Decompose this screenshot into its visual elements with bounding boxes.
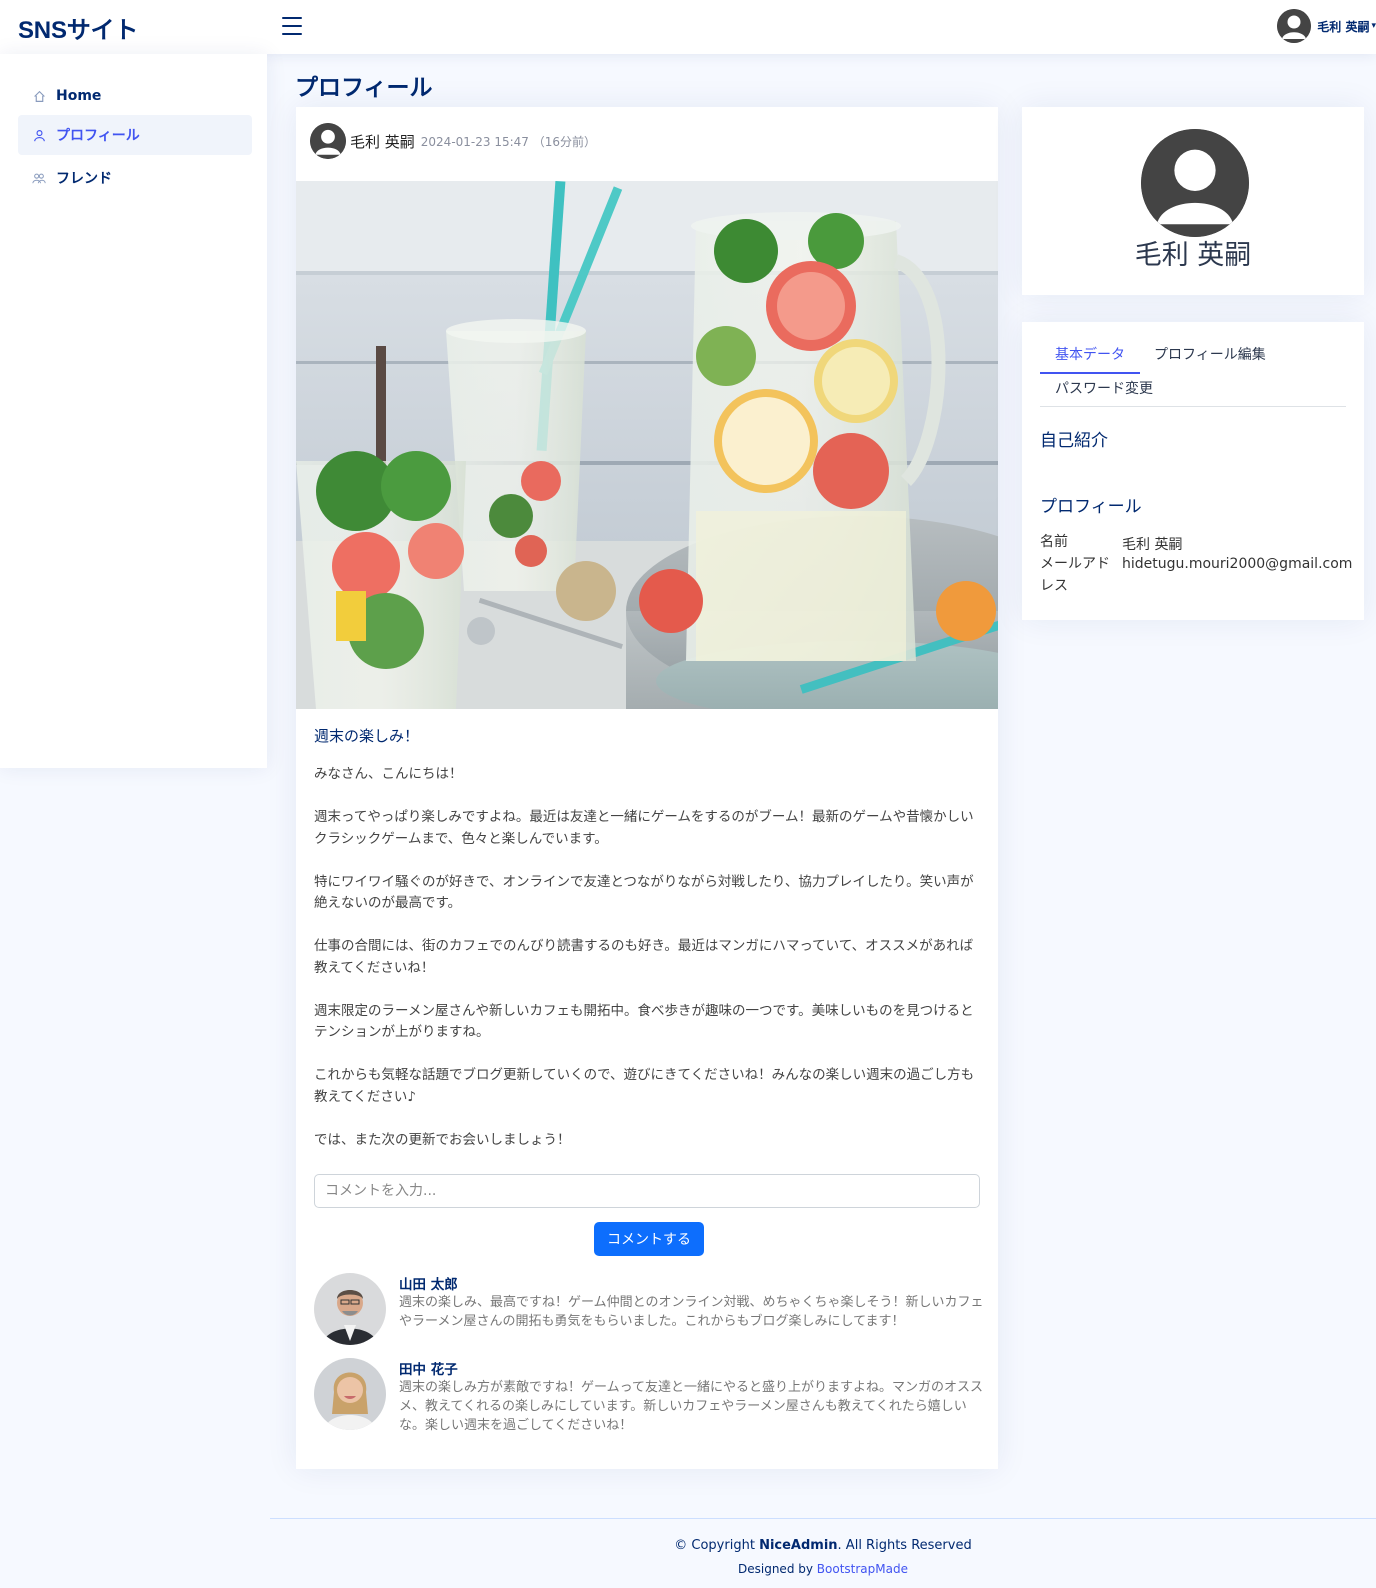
comment-text: 週末の楽しみ方が素敵ですね！ゲームって友達と一緒にやると盛り上がりますよね。マン… (399, 1380, 983, 1433)
name-label: 名前 (1040, 534, 1068, 550)
sidebar-item-friends[interactable]: フレンド (18, 158, 252, 198)
intro-heading: 自己紹介 (1040, 431, 1108, 451)
tab-change-password[interactable]: パスワード変更 (1055, 378, 1153, 398)
user-avatar (1277, 9, 1312, 43)
post-header: 毛利 英嗣 2024-01-23 15:47 （16分前） (310, 123, 596, 159)
post-image (296, 181, 998, 709)
tab-divider (1040, 406, 1346, 407)
post-paragraph: 特にワイワイ騒ぐのが好きで、オンラインで友達とつながりながら対戦したり、協力プレ… (314, 873, 974, 912)
user-name: 毛利 英嗣 (1317, 19, 1370, 34)
name-value: 毛利 英嗣 (1122, 537, 1183, 553)
comment-text: 週末の楽しみ、最高ですね！ゲーム仲間とのオンライン対戦、めちゃくちゃ楽しそう！新… (399, 1295, 984, 1329)
post-author-avatar[interactable] (310, 123, 346, 159)
sidebar: Home プロフィール フレンド (0, 54, 267, 768)
copyright-prefix: © Copyright (674, 1538, 760, 1553)
profile-card: 毛利 英嗣 (1022, 107, 1364, 295)
post-author[interactable]: 毛利 英嗣 (350, 131, 415, 152)
sidebar-item-home[interactable]: Home (18, 76, 252, 116)
user-menu[interactable]: 毛利 英嗣 ▾ (1277, 9, 1376, 43)
house-icon (32, 89, 46, 103)
people-icon (32, 171, 46, 185)
person-icon (32, 128, 46, 142)
post-paragraph: では、また次の更新でお会いしましょう！ (314, 1131, 571, 1148)
page-title: プロフィール (295, 75, 433, 101)
commenter-name[interactable]: 田中 花子 (399, 1358, 458, 1378)
profile-heading: プロフィール (1040, 497, 1142, 517)
tab-edit-profile[interactable]: プロフィール編集 (1154, 344, 1266, 364)
footer-divider (270, 1518, 1376, 1519)
post-paragraph: 仕事の合間には、街のカフェでのんびり読書するのも好き。最近はマンガにハマっていて… (314, 938, 974, 976)
sidebar-item-label: フレンド (56, 171, 112, 187)
post-paragraph: これからも気軽な話題でブログ更新していくので、遊びにきてくださいね！みんなの楽し… (314, 1067, 975, 1105)
post-paragraph: 週末限定のラーメン屋さんや新しいカフェも開拓中。食べ歩きが趣味の一つです。美味し… (314, 1002, 974, 1041)
comment-item: 田中 花子 週末の楽しみ方が素敵ですね！ゲームって友達と一緒にやると盛り上がりま… (314, 1358, 984, 1433)
post-body: みなさん、こんにちは！ 週末ってやっぱり楽しみですよね。最近は友達と一緒にゲーム… (314, 764, 982, 1173)
sidebar-item-label: プロフィール (56, 128, 140, 144)
post-title: 週末の楽しみ！ (314, 727, 420, 745)
commenter-avatar[interactable] (314, 1358, 386, 1430)
post-paragraph: みなさん、こんにちは！ (314, 766, 463, 782)
profile-avatar (1141, 129, 1249, 237)
post-paragraph: 週末ってやっぱり楽しみですよね。最近は友達と一緒にゲームをするのがブーム！最新の… (314, 809, 974, 847)
commenter-name[interactable]: 山田 太郎 (399, 1273, 458, 1293)
commenter-avatar[interactable] (314, 1273, 386, 1345)
comment-submit-button[interactable]: コメントする (594, 1222, 704, 1256)
post-card: 毛利 英嗣 2024-01-23 15:47 （16分前） 週末の楽しみ！ みな… (296, 107, 998, 1469)
email-value: hidetugu.mouri2000@gmail.com (1122, 556, 1353, 572)
active-tab-indicator (1040, 372, 1140, 374)
footer-credits: Designed by BootstrapMade (270, 1562, 1376, 1576)
designed-by-label: Designed by (738, 1562, 817, 1576)
site-logo[interactable]: SNSサイト (18, 10, 138, 45)
menu-toggle-icon[interactable] (282, 17, 302, 35)
post-timestamp: 2024-01-23 15:47 （16分前） (420, 134, 597, 149)
email-label: メールアドレス (1040, 556, 1110, 594)
comment-item: 山田 太郎 週末の楽しみ、最高ですね！ゲーム仲間とのオンライン対戦、めちゃくちゃ… (314, 1273, 984, 1348)
comment-input[interactable] (314, 1174, 980, 1208)
footer-brand: NiceAdmin (759, 1538, 838, 1553)
footer-copyright: © Copyright NiceAdmin. All Rights Reserv… (270, 1538, 1376, 1553)
profile-details-card: 基本データ プロフィール編集 パスワード変更 自己紹介 プロフィール 名前 毛利… (1022, 322, 1364, 620)
designer-link[interactable]: BootstrapMade (817, 1562, 908, 1576)
copyright-suffix: . All Rights Reserved (837, 1538, 972, 1553)
tab-basic-data[interactable]: 基本データ (1055, 344, 1125, 364)
top-header: SNSサイト 毛利 英嗣 ▾ (0, 0, 1376, 54)
chevron-down-icon: ▾ (1371, 21, 1376, 31)
profile-name: 毛利 英嗣 (1134, 240, 1252, 271)
sidebar-item-profile[interactable]: プロフィール (18, 115, 252, 155)
sidebar-item-label: Home (56, 88, 102, 104)
